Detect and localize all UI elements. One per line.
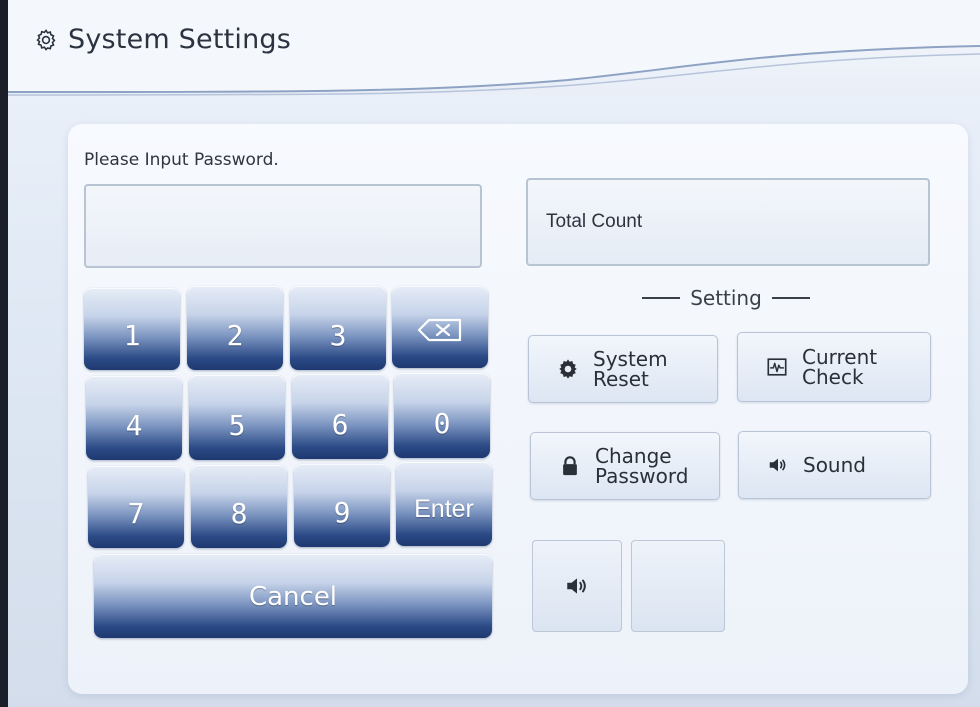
- setting-section-title: Setting: [596, 286, 856, 310]
- backspace-icon: [417, 318, 462, 342]
- header: System Settings: [8, 0, 980, 96]
- speaker-icon: [567, 578, 586, 594]
- password-input[interactable]: [84, 184, 482, 268]
- change-password-label: Change Password: [595, 444, 689, 488]
- keypad-key-9[interactable]: 9: [294, 464, 390, 547]
- keypad-key-7[interactable]: 7: [88, 466, 184, 548]
- lock-icon: [563, 456, 577, 476]
- sound-button[interactable]: Sound: [738, 431, 931, 499]
- volume-button[interactable]: [532, 540, 622, 632]
- keypad-key-3[interactable]: 3: [290, 286, 386, 370]
- system-reset-button[interactable]: System Reset: [528, 335, 718, 403]
- keypad-key-4[interactable]: 4: [86, 376, 182, 460]
- current-check-label: Current Check: [802, 345, 878, 389]
- keypad-key-1[interactable]: 1: [84, 288, 180, 370]
- keypad-key-6[interactable]: 6: [292, 374, 388, 459]
- speaker-icon: [769, 458, 786, 472]
- volume-level-button[interactable]: [631, 540, 725, 632]
- change-password-button[interactable]: Change Password: [530, 432, 720, 500]
- divider-right: [771, 297, 810, 299]
- total-count-display[interactable]: Total Count: [526, 178, 930, 266]
- header-wave-decoration: [8, 0, 980, 96]
- current-check-button[interactable]: Current Check: [737, 332, 931, 402]
- page-title-text: System Settings: [68, 24, 292, 55]
- backspace-key[interactable]: [392, 286, 488, 368]
- waveform-icon: [767, 358, 787, 376]
- gear-icon: [36, 28, 56, 51]
- cancel-button[interactable]: Cancel: [94, 554, 492, 638]
- page-title: System Settings: [34, 24, 291, 55]
- enter-key[interactable]: Enter: [396, 462, 492, 546]
- keypad-key-8[interactable]: 8: [191, 465, 287, 548]
- total-count-label: Total Count: [546, 211, 643, 232]
- setting-section-label: Setting: [690, 286, 762, 310]
- divider-left: [642, 297, 681, 299]
- password-prompt: Please Input Password.: [84, 150, 279, 170]
- keypad-key-2[interactable]: 2: [187, 286, 283, 370]
- system-reset-label: System Reset: [593, 347, 668, 391]
- sound-label: Sound: [803, 453, 866, 477]
- keypad-key-0[interactable]: 0: [394, 373, 490, 458]
- gear-icon: [559, 359, 577, 379]
- keypad-key-5[interactable]: 5: [189, 375, 285, 460]
